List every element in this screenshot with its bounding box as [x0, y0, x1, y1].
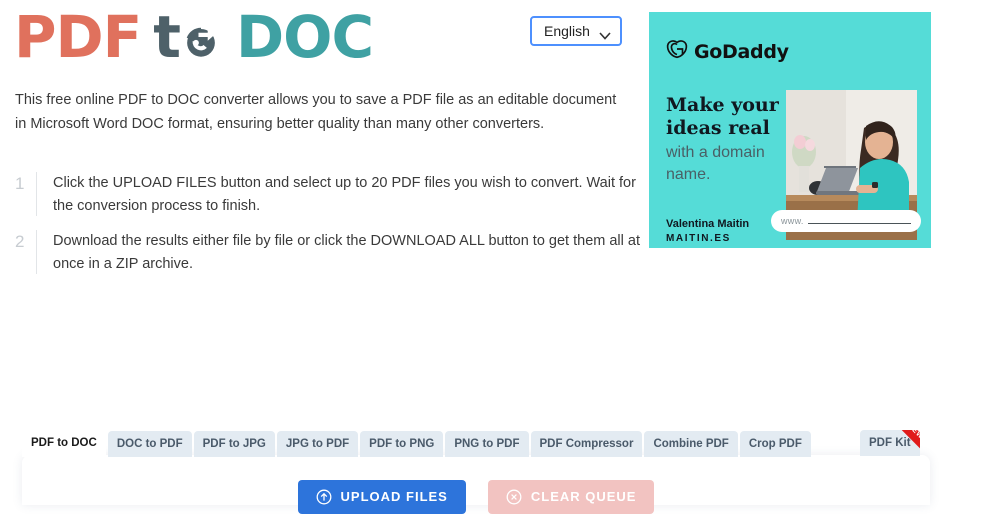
tab-combine-pdf[interactable]: Combine PDF: [644, 431, 738, 457]
tab-pdf-to-doc[interactable]: PDF to DOC: [22, 430, 106, 457]
tab-doc-to-pdf[interactable]: DOC to PDF: [107, 431, 192, 457]
site-logo[interactable]: PDF t DOC: [14, 3, 374, 71]
advertisement-banner[interactable]: GoDaddy Make your ideas real with a doma…: [649, 12, 931, 248]
ad-author-name: Valentina Maitin: [666, 218, 750, 230]
step-text: Download the results either file by file…: [53, 233, 640, 272]
tab-pdf-to-png[interactable]: PDF to PNG: [360, 431, 444, 457]
tab-pdf-kit[interactable]: PDF Kit NEW: [860, 430, 920, 456]
tab-pdf-kit-wrapper: PDF Kit NEW: [860, 430, 920, 456]
upload-files-label: UPLOAD FILES: [340, 489, 448, 504]
converter-tabs: PDF to DOC DOC to PDF PDF to JPG JPG to …: [22, 430, 811, 457]
tab-pdf-kit-label: PDF Kit: [869, 437, 911, 449]
step-number: 1: [15, 172, 37, 216]
language-select[interactable]: English: [530, 16, 622, 46]
page-root: PDF t DOC English This free online PDF to …: [0, 0, 1005, 514]
step-text: Click the UPLOAD FILES button and select…: [53, 175, 636, 214]
clear-x-circle-icon: [506, 489, 522, 505]
steps-list: 1 Click the UPLOAD FILES button and sele…: [15, 172, 640, 288]
tab-pdf-compressor[interactable]: PDF Compressor: [530, 431, 643, 457]
tab-crop-pdf[interactable]: Crop PDF: [739, 431, 811, 457]
ad-author-site: MAITIN.ES: [666, 233, 731, 244]
upload-files-button[interactable]: UPLOAD FILES: [297, 480, 466, 514]
logo-to-text: t: [153, 3, 181, 71]
action-button-row: UPLOAD FILES CLEAR QUEUE: [22, 480, 930, 514]
ad-subtext: with a domain name.: [666, 144, 765, 183]
ad-domain-search-field[interactable]: www.: [771, 210, 921, 232]
step-item: 2 Download the results either file by fi…: [15, 230, 640, 276]
tab-pdf-to-jpg[interactable]: PDF to JPG: [193, 431, 275, 457]
uploader-panel: UPLOAD FILES CLEAR QUEUE: [22, 455, 930, 514]
ad-brand-name: GoDaddy: [694, 40, 789, 63]
upload-arrow-circle-icon: [316, 489, 332, 505]
intro-paragraph: This free online PDF to DOC converter al…: [15, 92, 617, 132]
ad-search-rule: [807, 223, 911, 224]
language-selector[interactable]: English: [530, 16, 622, 46]
godaddy-heart-logo-icon: [666, 38, 688, 65]
ad-search-prefix: www.: [781, 216, 804, 226]
clear-queue-button[interactable]: CLEAR QUEUE: [487, 480, 655, 514]
step-number: 2: [15, 230, 37, 274]
ad-brand-logo: GoDaddy: [666, 38, 789, 65]
tab-png-to-pdf[interactable]: PNG to PDF: [445, 431, 529, 457]
clear-queue-label: CLEAR QUEUE: [530, 489, 637, 504]
logo-pdf-text: PDF: [14, 3, 142, 71]
ad-headline: Make your ideas real: [666, 94, 779, 139]
tab-jpg-to-pdf[interactable]: JPG to PDF: [276, 431, 359, 457]
logo-doc-text: DOC: [236, 3, 374, 71]
step-item: 1 Click the UPLOAD FILES button and sele…: [15, 172, 640, 218]
convert-circle-icon: [180, 10, 222, 57]
